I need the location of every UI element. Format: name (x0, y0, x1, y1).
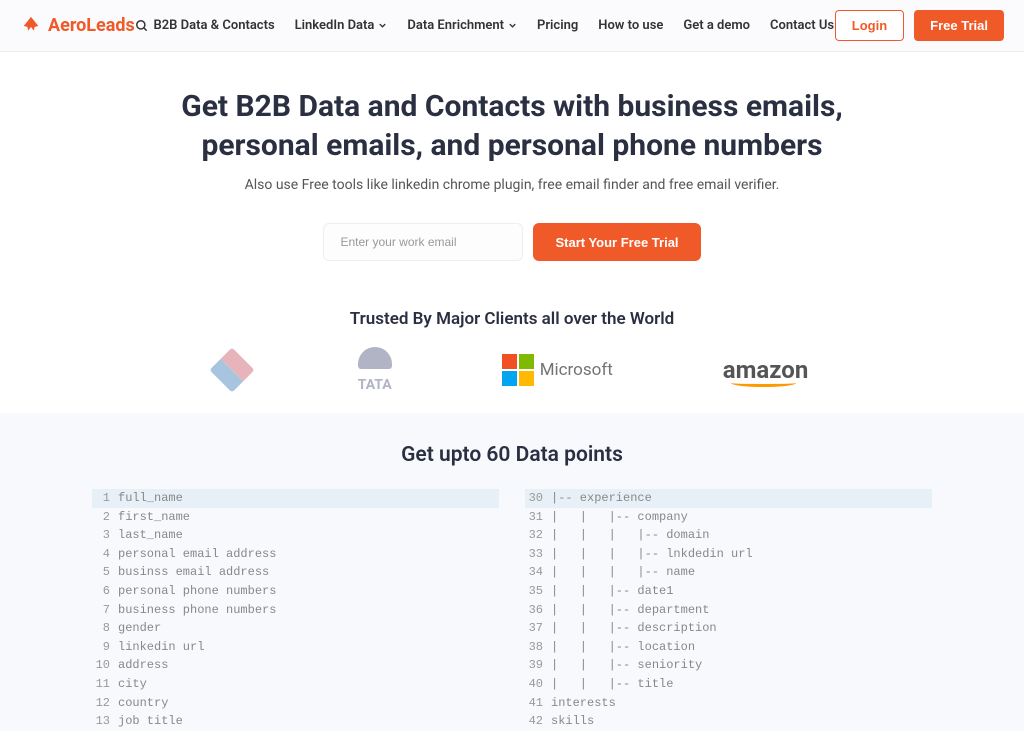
login-button[interactable]: Login (835, 10, 904, 41)
code-line: 42skills (525, 712, 932, 731)
code-line: 12country (92, 694, 499, 713)
client-dominos (216, 354, 248, 386)
nav-data-enrichment[interactable]: Data Enrichment (407, 18, 517, 33)
client-microsoft: Microsoft (502, 354, 613, 386)
code-line: 2first_name (92, 508, 499, 527)
code-line: 34| | | |-- name (525, 563, 932, 582)
rocket-icon (20, 15, 42, 37)
code-line: 40| | |-- title (525, 675, 932, 694)
code-line: 11city (92, 675, 499, 694)
code-line: 32| | | |-- domain (525, 526, 932, 545)
code-line: 39| | |-- seniority (525, 656, 932, 675)
code-line: 30|-- experience (525, 489, 932, 508)
trusted-section: Trusted By Major Clients all over the Wo… (0, 281, 1024, 413)
dominos-icon (209, 347, 254, 392)
logo-text: AeroLeads (48, 15, 135, 36)
trusted-title: Trusted By Major Clients all over the Wo… (20, 309, 1004, 329)
code-column-right: 30|-- experience31| | |-- company32| | |… (525, 489, 932, 731)
code-line: 1full_name (92, 489, 499, 508)
nav-b2b-data[interactable]: B2B Data & Contacts (135, 18, 274, 33)
code-line: 4personal email address (92, 545, 499, 564)
header-actions: Login Free Trial (835, 10, 1004, 41)
client-amazon: amazon (723, 356, 809, 384)
code-line: 9linkedin url (92, 638, 499, 657)
email-form: Start Your Free Trial (20, 223, 1004, 261)
main-header: AeroLeads B2B Data & Contacts LinkedIn D… (0, 0, 1024, 52)
code-line: 6personal phone numbers (92, 582, 499, 601)
code-line: 8gender (92, 619, 499, 638)
code-line: 41interests (525, 694, 932, 713)
logo[interactable]: AeroLeads (20, 15, 135, 37)
client-logos: TATA Microsoft amazon (20, 347, 1004, 393)
client-tata: TATA (358, 347, 392, 393)
search-icon (135, 19, 149, 33)
chevron-down-icon (508, 21, 517, 30)
start-trial-button[interactable]: Start Your Free Trial (533, 223, 700, 261)
data-points-section: Get upto 60 Data points 1full_name2first… (0, 413, 1024, 731)
nav-how-to-use[interactable]: How to use (598, 18, 663, 33)
chevron-down-icon (378, 21, 387, 30)
nav-pricing[interactable]: Pricing (537, 18, 578, 33)
code-line: 5businss email address (92, 563, 499, 582)
code-line: 36| | |-- department (525, 601, 932, 620)
code-line: 7business phone numbers (92, 601, 499, 620)
hero-subtext: Also use Free tools like linkedin chrome… (20, 177, 1004, 193)
hero-headline: Get B2B Data and Contacts with business … (132, 87, 892, 165)
free-trial-button[interactable]: Free Trial (914, 10, 1004, 41)
code-columns: 1full_name2first_name3last_name4personal… (92, 489, 932, 731)
code-line: 37| | |-- description (525, 619, 932, 638)
code-column-left: 1full_name2first_name3last_name4personal… (92, 489, 499, 731)
code-line: 13job title (92, 712, 499, 731)
data-points-title: Get upto 60 Data points (20, 443, 1004, 467)
code-line: 10address (92, 656, 499, 675)
nav-get-demo[interactable]: Get a demo (683, 18, 750, 33)
code-line: 3last_name (92, 526, 499, 545)
nav-contact[interactable]: Contact Us (770, 18, 834, 33)
main-nav: B2B Data & Contacts LinkedIn Data Data E… (135, 18, 834, 33)
tata-icon (358, 347, 392, 369)
email-input[interactable] (323, 223, 523, 261)
nav-linkedin-data[interactable]: LinkedIn Data (295, 18, 388, 33)
code-line: 35| | |-- date1 (525, 582, 932, 601)
hero-section: Get B2B Data and Contacts with business … (0, 52, 1024, 281)
code-line: 38| | |-- location (525, 638, 932, 657)
code-line: 33| | | |-- lnkdedin url (525, 545, 932, 564)
microsoft-icon (502, 354, 534, 386)
code-line: 31| | |-- company (525, 508, 932, 527)
